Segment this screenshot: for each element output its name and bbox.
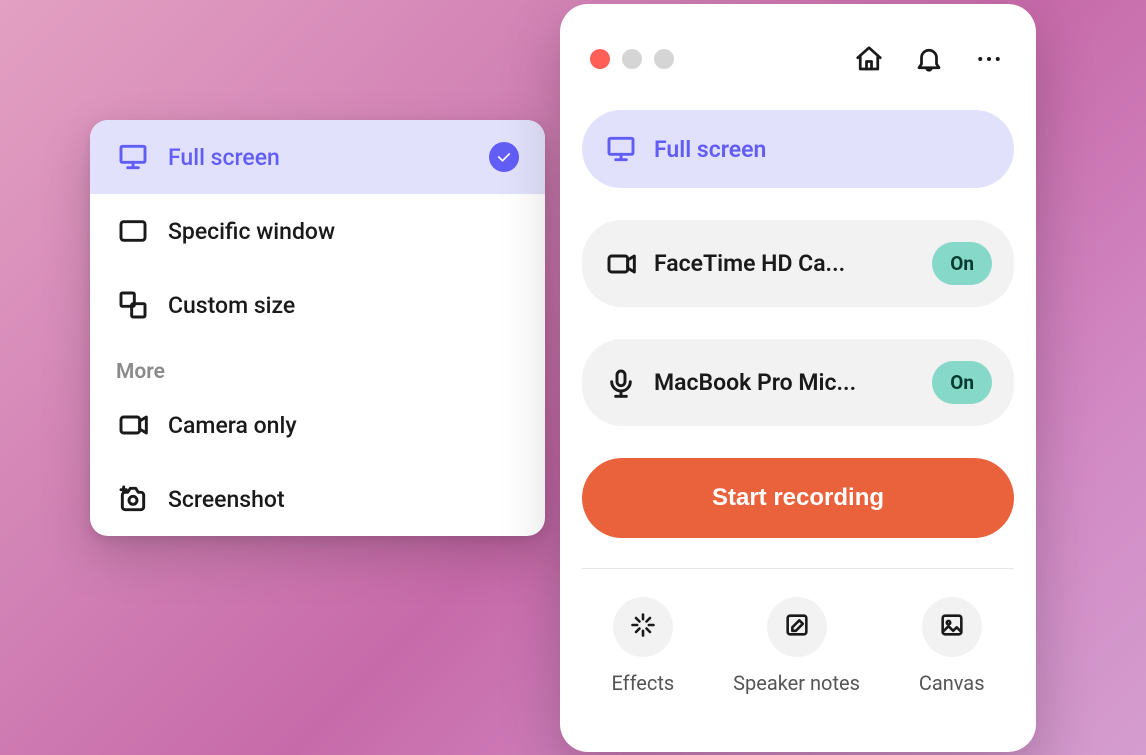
image-icon bbox=[938, 611, 966, 643]
popover-item-camera-only[interactable]: Camera only bbox=[90, 388, 545, 462]
popover-item-specific-window[interactable]: Specific window bbox=[90, 194, 545, 268]
camera-on-badge: On bbox=[932, 242, 992, 285]
screen-source-selector[interactable]: Full screen bbox=[582, 110, 1014, 188]
mic-source-label: MacBook Pro Mic... bbox=[654, 369, 916, 396]
close-window-dot[interactable] bbox=[590, 49, 610, 69]
camera-source-label: FaceTime HD Ca... bbox=[654, 250, 916, 277]
popover-item-label: Custom size bbox=[168, 292, 295, 319]
effects-button[interactable]: Effects bbox=[611, 597, 674, 695]
footer-toolbar: Effects Speaker notes Canvas bbox=[582, 597, 1014, 695]
mic-source-selector[interactable]: MacBook Pro Mic... On bbox=[582, 339, 1014, 426]
popover-item-label: Full screen bbox=[168, 144, 280, 171]
speaker-notes-button[interactable]: Speaker notes bbox=[733, 597, 860, 695]
monitor-icon bbox=[604, 132, 638, 166]
traffic-lights bbox=[590, 49, 674, 69]
popover-item-screenshot[interactable]: Screenshot bbox=[90, 462, 545, 536]
camera-source-selector[interactable]: FaceTime HD Ca... On bbox=[582, 220, 1014, 307]
microphone-icon bbox=[604, 366, 638, 400]
notes-icon bbox=[783, 611, 811, 643]
bell-icon[interactable] bbox=[912, 42, 946, 76]
footer-label: Effects bbox=[611, 671, 674, 695]
popover-item-label: Camera only bbox=[168, 412, 297, 439]
sparkle-icon bbox=[629, 611, 657, 643]
screen-source-popover: Full screen Specific window Custom size … bbox=[90, 120, 545, 536]
footer-label: Canvas bbox=[919, 671, 985, 695]
mic-on-badge: On bbox=[932, 361, 992, 404]
custom-size-icon bbox=[116, 288, 150, 322]
start-recording-button[interactable]: Start recording bbox=[582, 458, 1014, 538]
monitor-icon bbox=[116, 140, 150, 174]
popover-section-more: More bbox=[90, 342, 545, 388]
camera-icon bbox=[604, 247, 638, 281]
home-icon[interactable] bbox=[852, 42, 886, 76]
titlebar bbox=[582, 42, 1014, 76]
popover-item-label: Specific window bbox=[168, 218, 335, 245]
screenshot-icon bbox=[116, 482, 150, 516]
popover-item-custom-size[interactable]: Custom size bbox=[90, 268, 545, 342]
more-icon[interactable] bbox=[972, 42, 1006, 76]
popover-item-full-screen[interactable]: Full screen bbox=[90, 120, 545, 194]
recorder-panel: Full screen FaceTime HD Ca... On MacBook… bbox=[560, 4, 1036, 752]
divider bbox=[582, 568, 1014, 569]
minimize-window-dot[interactable] bbox=[622, 49, 642, 69]
camera-icon bbox=[116, 408, 150, 442]
canvas-button[interactable]: Canvas bbox=[919, 597, 985, 695]
footer-label: Speaker notes bbox=[733, 671, 860, 695]
screen-source-label: Full screen bbox=[654, 136, 766, 163]
popover-item-label: Screenshot bbox=[168, 486, 285, 513]
window-icon bbox=[116, 214, 150, 248]
zoom-window-dot[interactable] bbox=[654, 49, 674, 69]
checkmark-icon bbox=[489, 142, 519, 172]
